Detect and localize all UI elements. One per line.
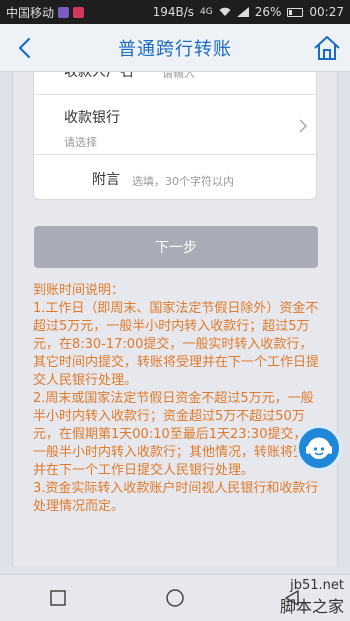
message-row[interactable]: 附言 选填，30个字符以内 (34, 155, 316, 199)
app-notification-icon (73, 6, 85, 18)
message-label: 附言 (92, 172, 120, 188)
page-title: 普通跨行转账 (118, 38, 232, 60)
back-button[interactable] (8, 32, 40, 64)
customer-service-icon (306, 437, 332, 459)
next-step-button[interactable]: 下一步 (34, 226, 318, 268)
signal-icon (236, 7, 249, 17)
network-speed: 194B/s (152, 5, 195, 19)
header-bar: 普通跨行转账 (0, 24, 350, 72)
network-type: 4G (200, 7, 213, 17)
content-area: 收款人户名 请输入 收款银行 请选择 附言 选填，30个字符以内 下一步 到账时… (12, 72, 338, 566)
carrier-text: 中国移动 (6, 5, 55, 20)
status-bar: 中国移动 194B/s 4G 26% 00:27 (0, 0, 350, 24)
chevron-right-icon (299, 119, 308, 133)
payee-bank-select[interactable]: 请选择 (64, 134, 97, 150)
battery-percent: 26% (254, 5, 282, 19)
payee-name-row[interactable]: 收款人户名 请输入 (34, 72, 316, 95)
watermark: jb51.net 脚本之家 (280, 578, 344, 617)
nav-recent-icon (50, 590, 67, 606)
payee-name-label: 收款人户名 (64, 72, 134, 80)
home-icon (314, 36, 340, 60)
payee-bank-label: 收款银行 (64, 110, 120, 126)
nav-recent-button[interactable] (38, 578, 78, 618)
home-button[interactable] (310, 31, 344, 65)
message-input[interactable]: 选填，30个字符以内 (132, 173, 234, 189)
wifi-icon (219, 7, 231, 16)
back-arrow-icon (18, 37, 31, 59)
arrival-time-info: 到账时间说明： 1.工作日（即周末、国家法定节假日除外）资金不超过5万元，一般半… (33, 282, 319, 516)
battery-icon (287, 7, 304, 17)
watermark-site: jb51.net (290, 578, 344, 593)
customer-service-button[interactable] (296, 425, 342, 471)
info-item: 2.周末或国家法定节假日资金不超过5万元，一般半小时内转入收款行；资金超过5万不… (33, 391, 320, 478)
info-title: 到账时间说明： (33, 283, 125, 298)
nav-home-button[interactable] (155, 578, 195, 618)
app-notification-icon (58, 6, 70, 18)
info-item: 1.工作日（即周末、国家法定节假日除外）资金不超过5万元，一般半小时内转入收款行… (33, 301, 320, 388)
nav-home-icon (166, 589, 184, 607)
info-item: 3.资金实际转入收款账户时间视人民银行和收款行处理情况而定。 (33, 481, 319, 514)
clock: 00:27 (309, 5, 344, 19)
payee-bank-row[interactable]: 收款银行 请选择 (34, 95, 316, 155)
transfer-form: 收款人户名 请输入 收款银行 请选择 附言 选填，30个字符以内 (33, 72, 317, 200)
payee-name-input[interactable]: 请输入 (162, 72, 195, 81)
watermark-name: 脚本之家 (279, 597, 344, 616)
